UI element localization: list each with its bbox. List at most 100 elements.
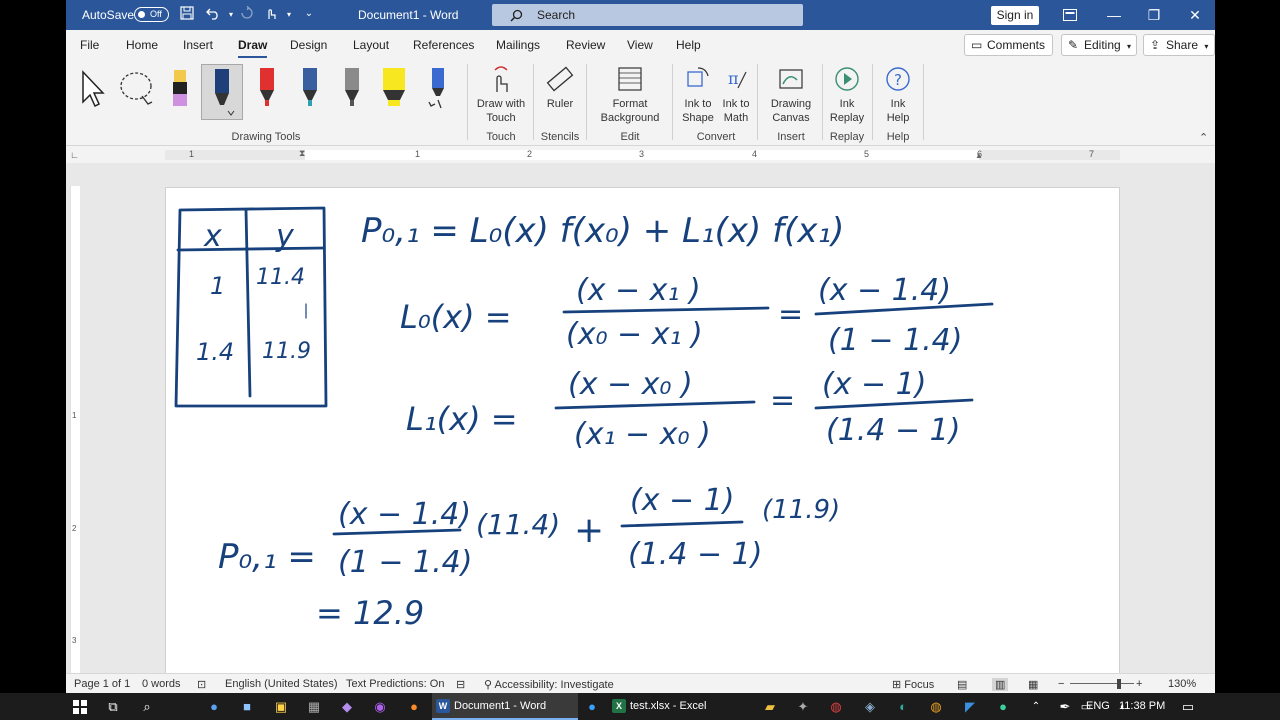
drawing-canvas-button[interactable]: Drawing Canvas bbox=[762, 62, 820, 125]
zoom-slider[interactable] bbox=[1070, 683, 1134, 684]
term1-denominator: (1 − 1.4) bbox=[338, 545, 472, 580]
vertical-ruler[interactable]: 1 2 3 bbox=[70, 186, 80, 673]
table-cell-x2: 1.4 bbox=[196, 338, 234, 366]
tab-home[interactable]: Home bbox=[126, 38, 158, 52]
search-box[interactable]: Search bbox=[492, 4, 803, 26]
zoom-level[interactable]: 130% bbox=[1168, 678, 1196, 690]
app-icon-3[interactable]: ▦ bbox=[304, 697, 324, 717]
tab-draw[interactable]: Draw bbox=[238, 38, 268, 58]
visual-studio-icon[interactable]: ◆ bbox=[337, 697, 357, 717]
lasso-select-tool[interactable] bbox=[118, 64, 154, 116]
yellow-highlighter-tool[interactable] bbox=[376, 64, 412, 116]
tab-review[interactable]: Review bbox=[566, 38, 605, 52]
web-layout-icon[interactable]: ▦ bbox=[1028, 678, 1038, 691]
right-indent-marker-icon[interactable]: ▲ bbox=[975, 151, 983, 160]
taskbar-search-icon[interactable]: ⌕ bbox=[137, 697, 157, 717]
language-status[interactable]: English (United States) bbox=[225, 678, 338, 690]
tab-design[interactable]: Design bbox=[290, 38, 327, 52]
autosave-toggle[interactable]: Off bbox=[134, 7, 169, 22]
restore-icon[interactable]: ❐ bbox=[1139, 4, 1169, 26]
dark-blue-pen-tool[interactable] bbox=[201, 64, 243, 120]
edge-dev-icon[interactable]: ● bbox=[993, 697, 1013, 717]
read-mode-icon[interactable]: ▤ bbox=[957, 678, 967, 691]
chrome-icon-2[interactable]: ◍ bbox=[926, 697, 946, 717]
red-pen-tool[interactable] bbox=[249, 64, 285, 116]
tab-help[interactable]: Help bbox=[676, 38, 701, 52]
tab-references[interactable]: References bbox=[413, 38, 474, 52]
format-background-button[interactable]: Format Background bbox=[590, 62, 670, 125]
galaxy-pen-tool[interactable] bbox=[292, 64, 328, 116]
term2-numerator: (x − 1) bbox=[630, 483, 734, 518]
tab-view[interactable]: View bbox=[627, 38, 653, 52]
proofing-icon[interactable]: ⊡ bbox=[197, 678, 206, 691]
vscode-icon[interactable]: ◤ bbox=[960, 697, 980, 717]
show-hidden-icons[interactable]: ⌃ bbox=[1026, 697, 1046, 717]
ink-to-shape-button[interactable]: Ink to Shape bbox=[678, 62, 718, 125]
taskbar-excel-app[interactable]: X test.xlsx - Excel bbox=[608, 693, 754, 720]
minimize-icon[interactable]: — bbox=[1099, 4, 1129, 26]
zoom-slider-thumb[interactable] bbox=[1117, 679, 1121, 689]
close-icon[interactable]: ✕ bbox=[1180, 4, 1210, 26]
draw-with-touch-button[interactable]: Draw with Touch bbox=[471, 62, 531, 125]
pencil-tool[interactable] bbox=[162, 64, 198, 116]
zoom-out-icon[interactable]: − bbox=[1058, 678, 1064, 690]
horizontal-ruler[interactable]: 1 1 2 3 4 5 6 7 ⧗ ▲ bbox=[165, 148, 1120, 160]
touch-mode-icon[interactable] bbox=[262, 6, 280, 23]
left-indent-marker-icon[interactable]: ⧗ bbox=[299, 148, 305, 159]
touch-dropdown-icon[interactable]: ▾ bbox=[280, 10, 298, 19]
tab-file[interactable]: File bbox=[80, 38, 99, 52]
zoom-app-icon[interactable]: ● bbox=[204, 697, 224, 717]
file-explorer-icon[interactable]: ▰ bbox=[760, 697, 780, 717]
accessibility-status[interactable]: ⚲ Accessibility: Investigate bbox=[484, 678, 614, 691]
chrome-icon[interactable]: ◍ bbox=[826, 697, 846, 717]
ribbon-display-options-icon[interactable] bbox=[1055, 4, 1085, 26]
ruler-button[interactable]: Ruler bbox=[536, 62, 584, 111]
page-count[interactable]: Page 1 of 1 bbox=[74, 678, 130, 690]
clock[interactable]: 11:38 PM bbox=[1119, 700, 1165, 712]
app-icon-2[interactable]: ▣ bbox=[271, 697, 291, 717]
input-language[interactable]: ENG bbox=[1086, 700, 1110, 712]
tab-mailings[interactable]: Mailings bbox=[496, 38, 540, 52]
focus-mode-button[interactable]: ⊞ Focus bbox=[892, 678, 934, 691]
select-tool[interactable] bbox=[74, 64, 110, 116]
zoom-in-icon[interactable]: + bbox=[1136, 678, 1142, 690]
collapse-ribbon-icon[interactable]: ⌃ bbox=[1199, 131, 1208, 144]
pen-workspace-icon[interactable]: ✒ bbox=[1055, 697, 1075, 717]
redo-icon[interactable] bbox=[238, 5, 256, 23]
editing-button[interactable]: ✎ Editing ▾ bbox=[1061, 34, 1137, 56]
action-pen-tool[interactable] bbox=[420, 64, 456, 116]
vruler-number: 3 bbox=[72, 636, 77, 645]
app-icon-5[interactable]: ✦ bbox=[793, 697, 813, 717]
ink-to-math-button[interactable]: π Ink to Math bbox=[718, 62, 754, 125]
background-grid-icon bbox=[618, 67, 642, 91]
app-icon-1[interactable]: ■ bbox=[237, 697, 257, 717]
edge-icon[interactable]: ● bbox=[582, 697, 602, 717]
tab-layout[interactable]: Layout bbox=[353, 38, 389, 52]
macro-icon[interactable]: ⊟ bbox=[456, 678, 465, 691]
notification-icon[interactable]: ▭ bbox=[1178, 697, 1198, 717]
gray-pen-tool[interactable] bbox=[334, 64, 370, 116]
text-predictions-status[interactable]: Text Predictions: On bbox=[346, 678, 444, 690]
firefox-icon[interactable]: ● bbox=[404, 697, 424, 717]
ink-replay-button[interactable]: Ink Replay bbox=[826, 62, 868, 125]
save-icon[interactable] bbox=[178, 6, 196, 23]
app-icon-6[interactable]: ◈ bbox=[860, 697, 880, 717]
accessibility-icon: ⚲ bbox=[484, 679, 493, 691]
fraction-bar bbox=[554, 400, 756, 410]
word-count[interactable]: 0 words bbox=[142, 678, 181, 690]
undo-icon[interactable] bbox=[204, 6, 222, 23]
task-view-icon[interactable]: ⧉ bbox=[103, 697, 123, 717]
ink-help-button[interactable]: ? Ink Help bbox=[876, 62, 920, 125]
tab-insert[interactable]: Insert bbox=[183, 38, 213, 52]
app-icon-4[interactable]: ◉ bbox=[370, 697, 390, 717]
tab-selector-icon[interactable]: ∟ bbox=[70, 150, 80, 160]
app-icon-7[interactable]: ◐ bbox=[893, 697, 913, 717]
windows-start-icon[interactable] bbox=[70, 697, 90, 717]
comments-button[interactable]: ▭ Comments bbox=[964, 34, 1053, 56]
document-page[interactable]: x y 1 11.4 1.4 11.9 P₀,₁ = L₀(x) f(x₀) +… bbox=[165, 187, 1120, 687]
share-button[interactable]: ⇪ Share ▾ bbox=[1143, 34, 1215, 56]
print-layout-icon[interactable]: ▥ bbox=[992, 678, 1009, 691]
customize-qat-icon[interactable]: ⌄ bbox=[300, 8, 318, 19]
taskbar-word-app[interactable]: W Document1 - Word bbox=[432, 693, 578, 720]
sign-in-button[interactable]: Sign in bbox=[991, 6, 1039, 25]
